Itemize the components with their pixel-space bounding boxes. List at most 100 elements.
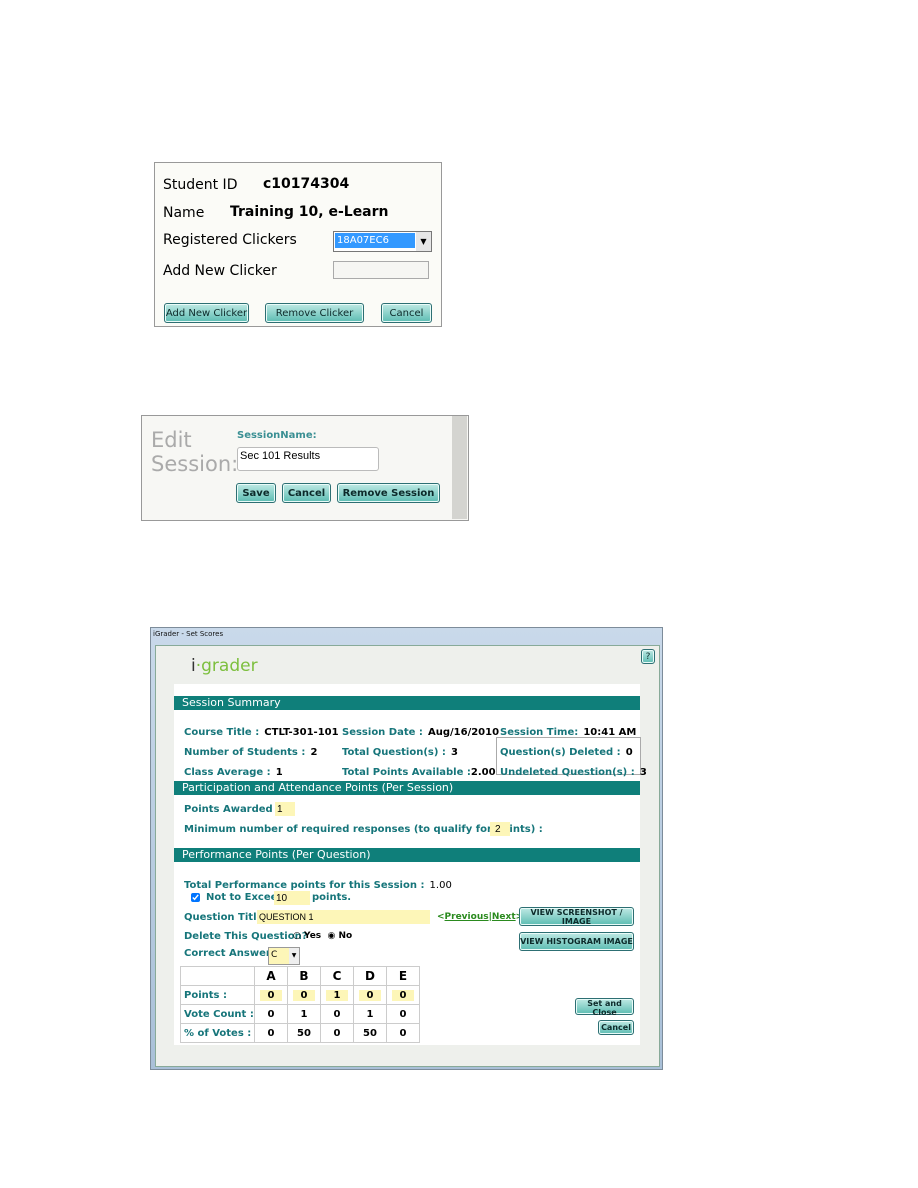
chevron-down-icon[interactable]: ▼ <box>289 948 299 964</box>
class-average-value: 1 <box>275 767 283 778</box>
edit-session-title: Edit Session: <box>151 428 238 476</box>
name-label: Name <box>163 205 205 221</box>
course-title-label: Course Title : <box>184 727 260 738</box>
points-awarded-label: Points Awarded : <box>184 804 281 815</box>
points-input-d[interactable]: 0 <box>358 989 382 1001</box>
next-link[interactable]: Next <box>492 912 516 922</box>
points-available: Total Points Available :2.00 <box>342 760 496 779</box>
delete-question-label: Delete This Question? <box>184 931 308 942</box>
session-date-value: Aug/16/2010 <box>427 727 500 738</box>
edit-session-scroll-strip <box>452 416 467 519</box>
session-name-label: SessionName: <box>237 430 317 441</box>
total-performance-value: 1.00 <box>429 880 452 891</box>
view-histogram-button[interactable]: VIEW HISTOGRAM IMAGE <box>519 932 634 951</box>
cell: 50 <box>353 1023 387 1043</box>
remove-clicker-button[interactable]: Remove Clicker <box>265 303 364 323</box>
total-questions-label: Total Question(s) : <box>342 747 446 758</box>
table-row: Vote Count :01010 <box>180 1004 420 1024</box>
undeleted-label: Undeleted Question(s) : <box>500 767 635 778</box>
correct-answer-label: Correct Answer : <box>184 948 279 959</box>
add-new-clicker-input[interactable] <box>333 261 429 279</box>
num-students-label: Number of Students : <box>184 747 306 758</box>
chevron-down-icon[interactable]: ▼ <box>416 232 431 251</box>
save-button[interactable]: Save <box>236 483 276 503</box>
points-available-label: Total Points Available : <box>342 767 471 778</box>
help-button[interactable]: ? <box>641 649 655 664</box>
row-label: % of Votes : <box>180 1023 255 1043</box>
row-label: Points : <box>180 985 255 1005</box>
points-input-a[interactable]: 0 <box>259 989 283 1001</box>
table-row: % of Votes :0 50 0 50 0 <box>180 1023 420 1043</box>
cell: 1 <box>353 1004 387 1024</box>
question-pager: <Previous|Next> <box>437 912 523 922</box>
session-date-label: Session Date : <box>342 727 423 738</box>
col-e: E <box>386 966 420 986</box>
student-id-label: Student ID <box>163 177 238 193</box>
not-to-exceed-input[interactable] <box>274 891 310 905</box>
registered-clickers-select[interactable]: 18A07EC6 ▼ <box>333 231 432 252</box>
points-available-value: 2.00 <box>470 767 496 778</box>
selected-clicker: 18A07EC6 <box>335 233 415 248</box>
radio-yes[interactable]: ○ <box>293 931 301 941</box>
total-performance-label: Total Performance points for this Sessio… <box>184 880 425 891</box>
cell: 0 <box>320 1023 354 1043</box>
performance-header: Performance Points (Per Question) <box>174 848 640 862</box>
participation-header: Participation and Attendance Points (Per… <box>174 781 640 795</box>
col-b: B <box>287 966 321 986</box>
cell: 0 <box>254 1004 288 1024</box>
cell: 50 <box>287 1023 321 1043</box>
min-responses-input[interactable] <box>490 822 510 836</box>
total-questions: Total Question(s) : 3 <box>342 740 458 759</box>
session-summary-header: Session Summary <box>174 696 640 710</box>
title-line-2: Session: <box>151 452 239 476</box>
registered-clickers-label: Registered Clickers <box>163 232 297 248</box>
total-questions-value: 3 <box>451 747 458 758</box>
table-header-row: ABCDE <box>180 966 420 986</box>
correct-answer-value: C <box>271 950 278 960</box>
radio-no[interactable]: ◉ <box>327 931 335 941</box>
cancel-button[interactable]: Cancel <box>381 303 432 323</box>
num-students-value: 2 <box>310 747 318 758</box>
points-input-c[interactable]: 1 <box>325 989 349 1001</box>
answers-table: ABCDE Points :00100 Vote Count :01010 % … <box>180 966 420 1043</box>
row-label: Vote Count : <box>180 1004 255 1024</box>
previous-link[interactable]: Previous <box>445 912 489 922</box>
points-input-b[interactable]: 0 <box>292 989 316 1001</box>
course-title: Course Title : CTLT-301-101 <box>184 720 339 739</box>
points-input-e[interactable]: 0 <box>391 989 415 1001</box>
view-screenshot-button[interactable]: VIEW SCREENSHOT / IMAGE <box>519 907 634 926</box>
radio-no-label: No <box>338 931 353 941</box>
question-title-input[interactable] <box>257 910 430 924</box>
remove-session-button[interactable]: Remove Session <box>337 483 440 503</box>
undeleted-questions: Undeleted Question(s) : 3 <box>500 760 647 779</box>
min-responses-label: Minimum number of required responses (to… <box>184 824 543 835</box>
student-id-value: c10174304 <box>263 176 350 192</box>
not-to-exceed-checkbox[interactable] <box>191 893 200 902</box>
total-performance: Total Performance points for this Sessio… <box>184 873 452 892</box>
class-average: Class Average : 1 <box>184 760 283 779</box>
add-new-clicker-button[interactable]: Add New Clicker <box>164 303 249 323</box>
correct-answer-select[interactable]: C ▼ <box>268 947 300 965</box>
col-c: C <box>320 966 354 986</box>
table-row: Points :00100 <box>180 985 420 1005</box>
questions-deleted-value: 0 <box>625 747 633 758</box>
session-name-input[interactable] <box>237 447 379 471</box>
cancel-scores-button[interactable]: Cancel <box>598 1020 634 1035</box>
points-awarded-input[interactable] <box>275 802 295 816</box>
course-title-value: CTLT-301-101 <box>264 727 339 738</box>
col-a: A <box>254 966 288 986</box>
igrader-logo: i·grader <box>191 656 258 676</box>
window-title: iGrader - Set Scores <box>153 630 224 638</box>
session-date: Session Date : Aug/16/2010 <box>342 720 499 739</box>
points-suffix: points. <box>312 892 352 903</box>
set-and-close-button[interactable]: Set and Close <box>575 998 634 1017</box>
add-new-clicker-label: Add New Clicker <box>163 263 277 279</box>
class-average-label: Class Average : <box>184 767 271 778</box>
name-value: Training 10, e-Learn <box>230 204 389 220</box>
title-line-1: Edit <box>151 428 192 452</box>
cancel-session-button[interactable]: Cancel <box>282 483 331 503</box>
col-d: D <box>353 966 387 986</box>
cell: 0 <box>386 1004 420 1024</box>
delete-radio-group: ○ Yes ◉ No <box>293 931 352 941</box>
radio-yes-label: Yes <box>304 931 322 941</box>
